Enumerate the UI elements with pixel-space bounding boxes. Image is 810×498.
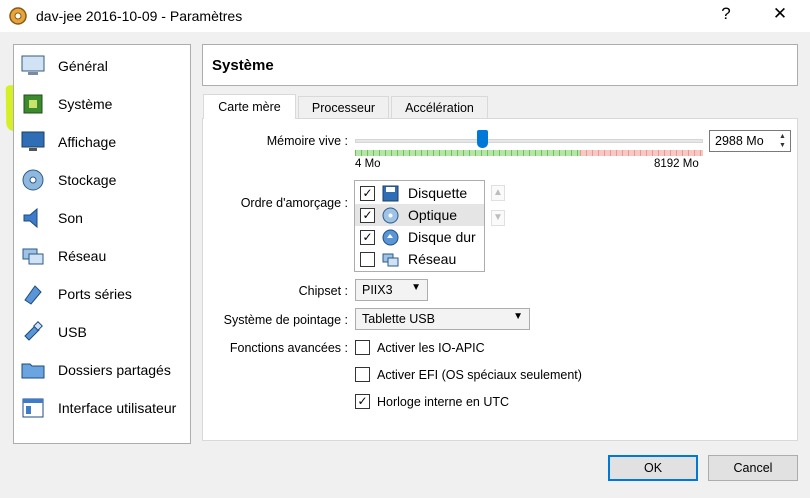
sidebar-item-label: Ports séries [58,286,132,302]
memory-scale-safe [355,150,580,156]
monitor-icon [18,51,48,81]
efi-checkbox[interactable] [355,367,370,382]
memory-spinbox[interactable]: 2988 Mo ▲ ▼ [709,130,791,152]
memory-max-label: 8192 Mo [654,158,699,170]
hard-disk-icon [382,229,399,246]
utc-clock-checkbox[interactable]: ✓ [355,394,370,409]
sidebar-item-shared-folders[interactable]: Dossiers partagés [14,351,190,389]
serial-port-icon [18,279,48,309]
boot-order-list: ✓ Disquette ✓ Optique ✓ Disque dur Résea… [354,180,485,272]
boot-item-optical[interactable]: ✓ Optique [355,204,484,226]
sidebar-item-label: Stockage [58,172,117,188]
sidebar-item-label: Général [58,58,108,74]
chevron-down-icon: ▼ [411,282,421,293]
boot-checkbox[interactable]: ✓ [360,230,375,245]
sidebar-item-label: Affichage [58,134,117,150]
boot-item-label: Disque dur [408,229,476,245]
sidebar-item-usb[interactable]: USB [14,313,190,351]
pointing-device-label: Système de pointage : [223,313,348,327]
sidebar-item-label: USB [58,324,87,340]
tab-processor[interactable]: Processeur [298,96,389,119]
floppy-icon [382,185,399,202]
help-button[interactable]: ? [716,4,736,24]
page-title: Système [212,57,274,74]
sidebar-item-system[interactable]: Système [14,85,190,123]
utc-clock-label: Horloge interne en UTC [377,395,510,409]
spin-arrows-icon[interactable]: ▲ ▼ [777,132,788,150]
window-title: dav-jee 2016-10-09 - Paramètres [36,8,243,24]
sidebar-item-display[interactable]: Affichage [14,123,190,161]
move-up-button[interactable]: ▲ [491,185,505,201]
memory-value: 2988 Mo [715,134,764,148]
sidebar-item-label: Réseau [58,248,107,264]
arrow-down-icon: ▼ [493,212,503,223]
sidebar-item-label: Interface utilisateur [58,400,177,416]
memory-slider-track[interactable] [355,139,703,143]
boot-item-floppy[interactable]: ✓ Disquette [355,182,484,204]
tab-acceleration[interactable]: Accélération [391,96,488,119]
boot-item-label: Optique [408,207,458,223]
disk-icon [18,165,48,195]
sidebar-item-label: Dossiers partagés [58,362,171,378]
efi-label: Activer EFI (OS spéciaux seulement) [377,368,582,382]
chevron-down-icon: ▼ [513,311,523,322]
boot-item-network[interactable]: Réseau [355,248,484,270]
boot-item-label: Disquette [408,185,468,201]
sidebar-item-network[interactable]: Réseau [14,237,190,275]
display-icon [18,127,48,157]
pointing-device-select[interactable]: Tablette USB ▼ [355,308,530,330]
arrow-up-icon: ▲ [493,187,503,198]
usb-icon [18,317,48,347]
boot-checkbox[interactable]: ✓ [360,208,375,223]
chipset-value: PIIX3 [362,283,393,297]
speaker-icon [18,203,48,233]
memory-min-label: 4 Mo [355,158,381,170]
tab-motherboard[interactable]: Carte mère [203,94,296,119]
chipset-label: Chipset : [298,284,348,298]
boot-checkbox[interactable] [360,252,375,267]
memory-scale-warning [580,150,703,156]
title-bar: dav-jee 2016-10-09 - Paramètres ? ✕ [0,0,810,32]
sidebar-item-serial-ports[interactable]: Ports séries [14,275,190,313]
sidebar-item-label: Son [58,210,83,226]
motherboard-icon [18,89,48,119]
sidebar-item-storage[interactable]: Stockage [14,161,190,199]
window-ui-icon [18,393,48,423]
advanced-features-label: Fonctions avancées : [229,341,348,355]
network-icon [18,241,48,271]
memory-slider-handle[interactable] [477,130,488,148]
folder-icon [18,355,48,385]
close-button[interactable]: ✕ [768,4,792,24]
sidebar-item-general[interactable]: Général [14,47,190,85]
boot-item-hard-disk[interactable]: ✓ Disque dur [355,226,484,248]
ok-button[interactable]: OK [608,455,698,481]
network-icon [382,253,399,267]
boot-checkbox[interactable]: ✓ [360,186,375,201]
memory-label: Mémoire vive : [266,134,348,148]
memory-scale [355,150,703,156]
sidebar-item-sound[interactable]: Son [14,199,190,237]
cancel-button[interactable]: Cancel [708,455,798,481]
sidebar-item-user-interface[interactable]: Interface utilisateur [14,389,190,427]
settings-sidebar: Général Système Affichage Stockage Son R… [13,44,191,444]
boot-order-label: Ordre d'amorçage : [240,196,348,210]
ioapic-label: Activer les IO-APIC [377,341,485,355]
motherboard-tab-panel [202,118,798,441]
ioapic-checkbox[interactable] [355,340,370,355]
chipset-select[interactable]: PIIX3 ▼ [355,279,428,301]
pointing-device-value: Tablette USB [362,312,435,326]
sidebar-item-label: Système [58,96,113,112]
section-header: Système [202,44,798,86]
move-down-button[interactable]: ▼ [491,210,505,226]
boot-item-label: Réseau [408,251,457,267]
virtualbox-settings-icon [9,7,27,25]
optical-disc-icon [382,207,399,224]
